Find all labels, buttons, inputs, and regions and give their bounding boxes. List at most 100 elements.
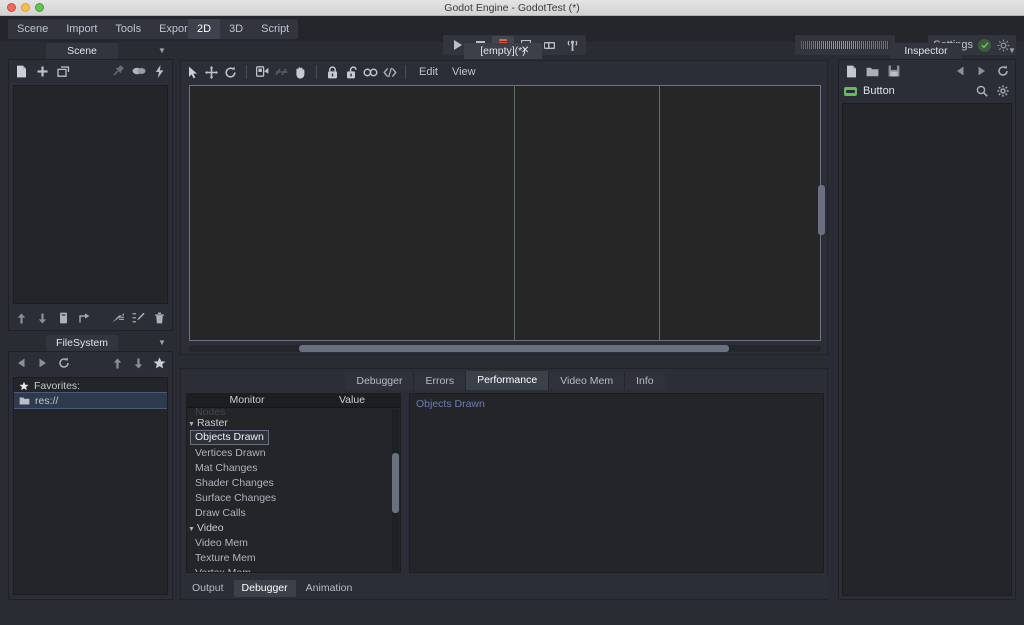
inspector-dock-menu-icon[interactable]: ▼ bbox=[1006, 44, 1018, 58]
list-item-label: Favorites: bbox=[34, 379, 81, 392]
tab-2d[interactable]: 2D bbox=[188, 19, 221, 39]
history-icon[interactable] bbox=[995, 64, 1010, 79]
code-brackets-icon[interactable] bbox=[382, 65, 397, 80]
table-row[interactable]: Texture Mem bbox=[187, 550, 400, 565]
table-row[interactable]: Vertex Mem bbox=[187, 565, 400, 573]
history-back-icon[interactable] bbox=[953, 64, 968, 79]
table-row[interactable]: ▼ Raster bbox=[187, 415, 400, 430]
viewport-hscrollbar[interactable] bbox=[189, 345, 821, 352]
table-row[interactable]: ▼ Video bbox=[187, 520, 400, 535]
table-row[interactable]: Objects Drawn bbox=[187, 430, 400, 445]
tab-performance[interactable]: Performance bbox=[465, 371, 549, 390]
lock-open-icon[interactable] bbox=[344, 65, 359, 80]
viewport-view-menu[interactable]: View bbox=[447, 66, 481, 78]
hand-icon[interactable] bbox=[293, 65, 308, 80]
inspector-selected-node[interactable]: Button bbox=[839, 82, 1015, 100]
reparent-icon[interactable] bbox=[77, 311, 92, 326]
chevron-down-icon[interactable]: ▼ bbox=[188, 526, 195, 533]
scene-dock-tab[interactable]: Scene bbox=[46, 43, 118, 59]
check-circle-icon[interactable] bbox=[978, 38, 991, 52]
performance-monitor-table[interactable]: Monitor Value Nodes ▼ Raster Objects Draw… bbox=[186, 393, 401, 573]
viewport-vscrollbar[interactable] bbox=[818, 85, 825, 341]
trash-icon[interactable] bbox=[152, 311, 167, 326]
tab-script[interactable]: Script bbox=[252, 19, 298, 39]
merge-icon[interactable] bbox=[110, 311, 125, 326]
viewport-edit-menu[interactable]: Edit bbox=[414, 66, 443, 78]
tab-3d[interactable]: 3D bbox=[220, 19, 252, 39]
lightning-icon[interactable] bbox=[152, 64, 167, 79]
arrow-right-icon[interactable] bbox=[35, 356, 50, 371]
snap-icon[interactable] bbox=[255, 65, 270, 80]
plug-icon[interactable] bbox=[110, 64, 125, 79]
inspector-dock-tab[interactable]: Inspector bbox=[890, 43, 962, 59]
chevron-down-icon[interactable]: ▼ bbox=[188, 421, 195, 428]
save-icon[interactable] bbox=[886, 64, 901, 79]
star-icon[interactable] bbox=[152, 356, 167, 371]
view-mode-switcher[interactable]: 2D 3D Script bbox=[188, 19, 299, 39]
menu-import[interactable]: Import bbox=[57, 19, 106, 39]
magnifier-icon[interactable] bbox=[974, 84, 989, 99]
arrow-down-icon[interactable] bbox=[35, 311, 50, 326]
reload-icon[interactable] bbox=[56, 356, 71, 371]
move-cross-icon[interactable] bbox=[204, 65, 219, 80]
edit-list-icon[interactable] bbox=[131, 311, 146, 326]
filesystem-dock-tab[interactable]: FileSystem bbox=[46, 335, 118, 351]
file-icon[interactable] bbox=[844, 64, 859, 79]
table-row[interactable]: Mat Changes bbox=[187, 460, 400, 475]
rotate-icon[interactable] bbox=[223, 65, 238, 80]
file-icon[interactable] bbox=[14, 64, 29, 79]
table-row[interactable]: Surface Changes bbox=[187, 490, 400, 505]
debugger-tabs[interactable]: Debugger Errors Performance Video Mem In… bbox=[181, 371, 829, 390]
tab-output[interactable]: Output bbox=[184, 580, 232, 597]
remote-debug-button[interactable] bbox=[561, 36, 583, 54]
filesystem-tree[interactable]: Favorites: res:// bbox=[13, 377, 168, 595]
scene-node-tree[interactable] bbox=[13, 85, 168, 304]
close-icon[interactable]: ✕ bbox=[521, 43, 529, 59]
list-item[interactable]: res:// bbox=[14, 392, 167, 409]
tab-debugger[interactable]: Debugger bbox=[345, 372, 414, 390]
tab-video-mem[interactable]: Video Mem bbox=[548, 372, 625, 390]
table-row[interactable]: Draw Calls bbox=[187, 505, 400, 520]
lock-closed-icon[interactable] bbox=[325, 65, 340, 80]
scene-tab-empty[interactable]: [empty](*) bbox=[464, 43, 542, 59]
move-up-icon[interactable] bbox=[110, 356, 125, 371]
arrow-up-icon[interactable] bbox=[14, 311, 29, 326]
audio-level-meter[interactable] bbox=[795, 35, 895, 55]
table-row[interactable]: Video Mem bbox=[187, 535, 400, 550]
instance-icon[interactable] bbox=[56, 64, 71, 79]
plus-icon[interactable] bbox=[35, 64, 50, 79]
performance-graph[interactable]: Objects Drawn bbox=[409, 393, 824, 573]
tab-debugger-bottom[interactable]: Debugger bbox=[233, 579, 296, 597]
editor-top-strip: Scene Import Tools Export 2D 3D Script bbox=[0, 16, 1024, 55]
move-down-icon[interactable] bbox=[131, 356, 146, 371]
table-header: Monitor Value bbox=[187, 394, 400, 408]
folder-icon[interactable] bbox=[865, 64, 880, 79]
tab-animation[interactable]: Animation bbox=[298, 580, 361, 597]
arrow-left-icon[interactable] bbox=[14, 356, 29, 371]
table-row[interactable]: Nodes bbox=[187, 408, 400, 415]
monitor-list-scrollbar[interactable] bbox=[392, 409, 399, 571]
viewport-canvas[interactable] bbox=[189, 85, 821, 341]
history-forward-icon[interactable] bbox=[974, 64, 989, 79]
menu-scene[interactable]: Scene bbox=[8, 19, 57, 39]
inspector-property-list[interactable] bbox=[842, 103, 1012, 596]
snap-config-icon[interactable] bbox=[274, 65, 289, 80]
filesystem-dock-menu-icon[interactable]: ▼ bbox=[156, 336, 168, 350]
table-row[interactable]: Shader Changes bbox=[187, 475, 400, 490]
godot-editor-window: Godot Engine - GodotTest (*) Scene Impor… bbox=[0, 0, 1024, 625]
bottom-panel-tabs[interactable]: Output Debugger Animation bbox=[181, 577, 829, 599]
copy-icon[interactable] bbox=[56, 311, 71, 326]
menu-tools[interactable]: Tools bbox=[106, 19, 150, 39]
chain-icon[interactable] bbox=[363, 65, 378, 80]
gear-icon[interactable] bbox=[995, 84, 1010, 99]
main-menu-bar[interactable]: Scene Import Tools Export bbox=[8, 19, 200, 39]
table-row[interactable]: Vertices Drawn bbox=[187, 445, 400, 460]
tab-info[interactable]: Info bbox=[624, 372, 665, 390]
viewport-toolbar: Edit View bbox=[181, 61, 827, 83]
scene-dock-menu-icon[interactable]: ▼ bbox=[156, 44, 168, 58]
list-item[interactable]: Favorites: bbox=[14, 378, 167, 393]
toolbar-separator bbox=[316, 65, 317, 79]
cursor-arrow-icon[interactable] bbox=[185, 65, 200, 80]
tab-errors[interactable]: Errors bbox=[413, 372, 466, 390]
group-icon[interactable] bbox=[131, 64, 146, 79]
